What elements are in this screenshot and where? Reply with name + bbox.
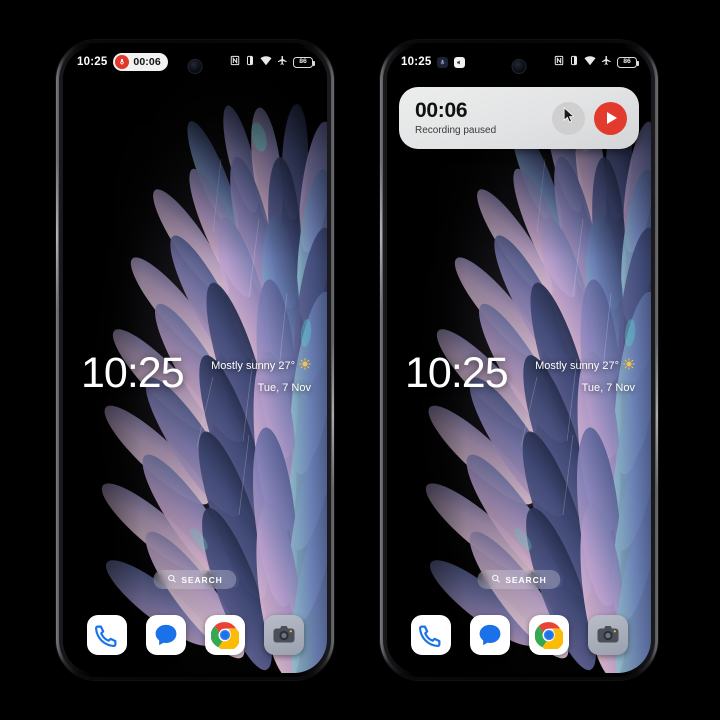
- dock-app-chrome[interactable]: [528, 615, 569, 655]
- cursor-pointer-icon: [563, 106, 576, 128]
- search-label: SEARCH: [181, 574, 223, 585]
- weather-widget[interactable]: Mostly sunny 27° Tue, 7 Nov: [535, 352, 635, 394]
- dock-app-chrome[interactable]: [204, 615, 245, 655]
- weather-text: Mostly sunny 27°: [535, 359, 619, 372]
- status-bar-right: 86: [230, 55, 315, 69]
- dock-app-phone[interactable]: [410, 615, 451, 655]
- airplane-mode-icon: [601, 55, 612, 69]
- recording-pill-time: 00:06: [133, 56, 161, 68]
- recorder-app-icon: [437, 56, 449, 68]
- weather-widget[interactable]: Mostly sunny 27° Tue, 7 Nov: [211, 352, 311, 394]
- status-bar-clock: 10:25: [401, 56, 432, 68]
- lockscreen-info-row: 10:25 Mostly sunny 27° Tue, 7 Nov: [63, 352, 327, 395]
- dock: [63, 615, 327, 655]
- phone-screen-right[interactable]: 10:25 86 00:06 Recording paused 10:25 Mo…: [387, 47, 651, 673]
- play-icon: [607, 112, 617, 124]
- battery-level: 86: [299, 57, 307, 65]
- airplane-mode-icon: [277, 55, 288, 69]
- dock-app-messages[interactable]: [145, 615, 186, 655]
- status-bar-left: 10:25: [401, 56, 466, 68]
- search-icon: [491, 574, 500, 585]
- front-camera-punch-hole: [188, 60, 202, 73]
- status-bar-right: 86: [554, 55, 639, 69]
- search-bar[interactable]: SEARCH: [153, 570, 237, 589]
- wifi-icon: [584, 55, 596, 69]
- lockscreen-info-row: 10:25 Mostly sunny 27° Tue, 7 Nov: [387, 352, 651, 395]
- dock-app-messages[interactable]: [469, 615, 510, 655]
- vibrate-icon: [245, 55, 255, 69]
- phone-device-left: 10:25 00:06 86 10:25 Mostly sunny 27° Tu…: [56, 40, 334, 680]
- nfc-icon: [230, 55, 240, 69]
- recording-status-pill[interactable]: 00:06: [113, 53, 168, 71]
- battery-icon: 86: [293, 56, 315, 68]
- dock-app-camera[interactable]: [263, 615, 304, 655]
- battery-icon: 86: [617, 56, 639, 68]
- vibrate-icon: [569, 55, 579, 69]
- status-bar-clock: 10:25: [77, 56, 108, 68]
- wifi-icon: [260, 55, 272, 69]
- stop-button[interactable]: [552, 101, 585, 135]
- dock-app-phone[interactable]: [86, 615, 127, 655]
- phone-screen-left[interactable]: 10:25 00:06 86 10:25 Mostly sunny 27° Tu…: [63, 47, 327, 673]
- search-label: SEARCH: [505, 574, 547, 585]
- notification-timer: 00:06: [415, 98, 468, 122]
- weather-date: Tue, 7 Nov: [257, 382, 311, 394]
- front-camera-punch-hole: [512, 60, 526, 73]
- sun-icon: [299, 358, 311, 373]
- recording-notification-card[interactable]: 00:06 Recording paused: [399, 87, 639, 149]
- weather-date: Tue, 7 Nov: [581, 382, 635, 394]
- resume-recording-button[interactable]: [594, 101, 627, 135]
- search-bar[interactable]: SEARCH: [477, 570, 561, 589]
- lockscreen-clock: 10:25: [81, 349, 185, 397]
- search-icon: [167, 574, 176, 585]
- nfc-icon: [554, 55, 564, 69]
- notification-status-text: Recording paused: [415, 125, 497, 137]
- phone-device-right: 10:25 86 00:06 Recording paused 10:25 Mo…: [380, 40, 658, 680]
- status-bar-left: 10:25 00:06: [77, 53, 168, 71]
- notification-text-block: 00:06 Recording paused: [415, 98, 552, 137]
- dock-app-camera[interactable]: [587, 615, 628, 655]
- lockscreen-clock: 10:25: [405, 349, 509, 397]
- speaker-icon: [454, 56, 466, 68]
- sun-icon: [623, 358, 635, 373]
- microphone-icon: [115, 55, 130, 69]
- scene-root: 10:25 00:06 86 10:25 Mostly sunny 27° Tu…: [0, 0, 720, 720]
- battery-level: 86: [623, 57, 631, 65]
- dock: [387, 615, 651, 655]
- weather-text: Mostly sunny 27°: [211, 359, 295, 372]
